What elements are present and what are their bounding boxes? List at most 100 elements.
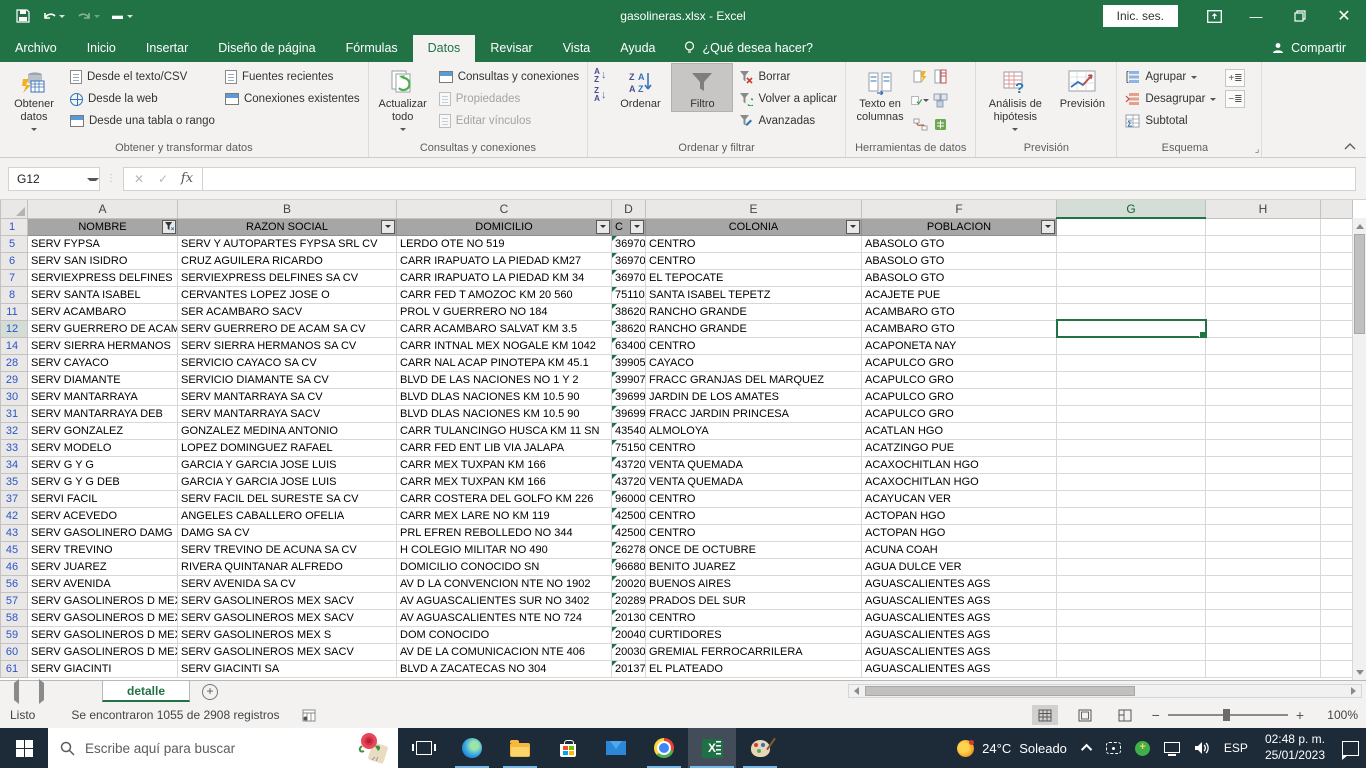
cell[interactable] — [1206, 524, 1321, 541]
zoom-out-icon[interactable]: − — [1152, 707, 1160, 723]
page-layout-view-icon[interactable] — [1072, 705, 1098, 725]
cell[interactable]: CARR TULANCINGO HUSCA KM 11 SN — [397, 422, 612, 439]
column-header-D[interactable]: D — [612, 200, 646, 218]
row-header-1[interactable]: 1 — [1, 218, 28, 235]
cell[interactable]: PROL V GUERRERO NO 184 — [397, 303, 612, 320]
cell[interactable]: VENTA QUEMADA — [646, 456, 862, 473]
cell[interactable] — [1057, 507, 1206, 524]
cell[interactable]: ACAPULCO GRO — [862, 371, 1057, 388]
row-header-43[interactable]: 43 — [1, 524, 28, 541]
cell[interactable]: SER ACAMBARO SACV — [178, 303, 397, 320]
row-header-35[interactable]: 35 — [1, 473, 28, 490]
row-header-30[interactable]: 30 — [1, 388, 28, 405]
cell[interactable] — [1057, 422, 1206, 439]
zoom-percentage[interactable]: 100% — [1318, 708, 1358, 722]
row-header-6[interactable]: 6 — [1, 252, 28, 269]
cell[interactable]: SERV DIAMANTE — [28, 371, 178, 388]
cell[interactable] — [1057, 252, 1206, 269]
borrar-button[interactable]: Borrar — [733, 66, 842, 88]
row-header-8[interactable]: 8 — [1, 286, 28, 303]
cell[interactable]: CENTRO — [646, 490, 862, 507]
cell[interactable] — [1057, 524, 1206, 541]
cell[interactable] — [1057, 473, 1206, 490]
cell[interactable]: CAYACO — [646, 354, 862, 371]
cell[interactable] — [1206, 592, 1321, 609]
header-cell-razon-social[interactable]: RAZON SOCIAL — [178, 218, 397, 235]
enter-entry-icon[interactable]: ✓ — [152, 172, 174, 186]
cell[interactable]: FRACC GRANJAS DEL MARQUEZ — [646, 371, 862, 388]
cell[interactable]: CENTRO — [646, 252, 862, 269]
cell[interactable]: AGUASCALIENTES AGS — [862, 592, 1057, 609]
cell[interactable]: SERVIEXPRESS DELFINES SA CV — [178, 269, 397, 286]
name-box-caret-icon[interactable] — [87, 178, 99, 184]
cell[interactable]: CURTIDORES — [646, 626, 862, 643]
cell[interactable] — [1057, 405, 1206, 422]
cell[interactable] — [1057, 558, 1206, 575]
tab-revisar[interactable]: Revisar — [475, 35, 547, 62]
cell[interactable]: ACAYUCAN VER — [862, 490, 1057, 507]
cell[interactable]: SERVI FACIL — [28, 490, 178, 507]
ribbon-display-options-icon[interactable] — [1194, 0, 1234, 32]
column-header-A[interactable]: A — [28, 200, 178, 218]
texto-en-columnas-button[interactable]: Texto en columnas — [849, 63, 911, 125]
cell[interactable]: SERV FACIL DEL SURESTE SA CV — [178, 490, 397, 507]
share-button[interactable]: Compartir — [1252, 35, 1366, 62]
row-header-12[interactable]: 12 — [1, 320, 28, 337]
taskbar-microsoft-store[interactable] — [544, 728, 592, 768]
taskbar-search[interactable]: Escribe aquí para buscar — [48, 728, 398, 768]
cell[interactable]: GREMIAL FERROCARRILERA — [646, 643, 862, 660]
cell[interactable]: ONCE DE OCTUBRE — [646, 541, 862, 558]
cell[interactable]: CERVANTES LOPEZ JOSE O — [178, 286, 397, 303]
cell[interactable]: SERV GIACINTI SA — [178, 660, 397, 677]
cell[interactable]: SERV ACEVEDO — [28, 507, 178, 524]
editar-vinculos-button[interactable]: Editar vínculos — [434, 110, 584, 132]
cell[interactable]: CARR MEX TUXPAN KM 166 — [397, 456, 612, 473]
cell[interactable]: 20040 — [612, 626, 646, 643]
filter-dropdown-icon[interactable] — [381, 220, 395, 234]
column-header-H[interactable]: H — [1206, 200, 1321, 218]
cell[interactable]: ABASOLO GTO — [862, 252, 1057, 269]
cell[interactable]: GARCIA Y GARCIA JOSE LUIS — [178, 456, 397, 473]
cell[interactable] — [1057, 643, 1206, 660]
cell[interactable]: CENTRO — [646, 609, 862, 626]
cell[interactable]: JARDIN DE LOS AMATES — [646, 388, 862, 405]
cell[interactable]: 20020 — [612, 575, 646, 592]
cell[interactable]: 63400 — [612, 337, 646, 354]
tab-ayuda[interactable]: Ayuda — [605, 35, 670, 62]
column-header-G-selected[interactable]: G — [1057, 200, 1206, 218]
row-header-34[interactable]: 34 — [1, 456, 28, 473]
cell[interactable] — [1057, 303, 1206, 320]
cell[interactable]: FRACC JARDIN PRINCESA — [646, 405, 862, 422]
cell[interactable]: ABASOLO GTO — [862, 269, 1057, 286]
desagrupar-button[interactable]: Desagrupar — [1120, 88, 1221, 110]
cell[interactable] — [1057, 660, 1206, 677]
save-icon[interactable] — [16, 9, 30, 23]
horizontal-scrollbar[interactable] — [848, 684, 1362, 698]
cell[interactable]: SERV GASOLINEROS MEX SACV — [178, 609, 397, 626]
cell[interactable] — [1206, 643, 1321, 660]
tab-insertar[interactable]: Insertar — [131, 35, 203, 62]
row-header-56[interactable]: 56 — [1, 575, 28, 592]
cell[interactable]: CENTRO — [646, 337, 862, 354]
zoom-in-icon[interactable]: + — [1296, 707, 1304, 723]
cell[interactable]: SANTA ISABEL TEPETZ — [646, 286, 862, 303]
cell[interactable]: BUENOS AIRES — [646, 575, 862, 592]
cell[interactable] — [1206, 609, 1321, 626]
customize-qat-icon[interactable]: ▬ — [112, 10, 133, 22]
hide-detail-icon[interactable]: −≣ — [1225, 90, 1245, 108]
prevision-button[interactable]: Previsión — [1051, 63, 1113, 112]
cell[interactable]: 20130 — [612, 609, 646, 626]
cell[interactable]: ACAPULCO GRO — [862, 388, 1057, 405]
scroll-up-icon[interactable] — [1353, 218, 1366, 233]
formula-input[interactable] — [202, 167, 1356, 191]
cell[interactable]: ACAPONETA NAY — [862, 337, 1057, 354]
filter-dropdown-icon[interactable] — [1041, 220, 1055, 234]
taskbar-chrome[interactable] — [640, 728, 688, 768]
cell[interactable]: CENTRO — [646, 524, 862, 541]
page-break-view-icon[interactable] — [1112, 705, 1138, 725]
cell[interactable] — [1206, 473, 1321, 490]
language-indicator[interactable]: ESP — [1217, 728, 1255, 768]
cell[interactable]: SERV GASOLINEROS D MEX — [28, 626, 178, 643]
row-header-60[interactable]: 60 — [1, 643, 28, 660]
cell[interactable]: BLVD DLAS NACIONES KM 10.5 90 — [397, 405, 612, 422]
